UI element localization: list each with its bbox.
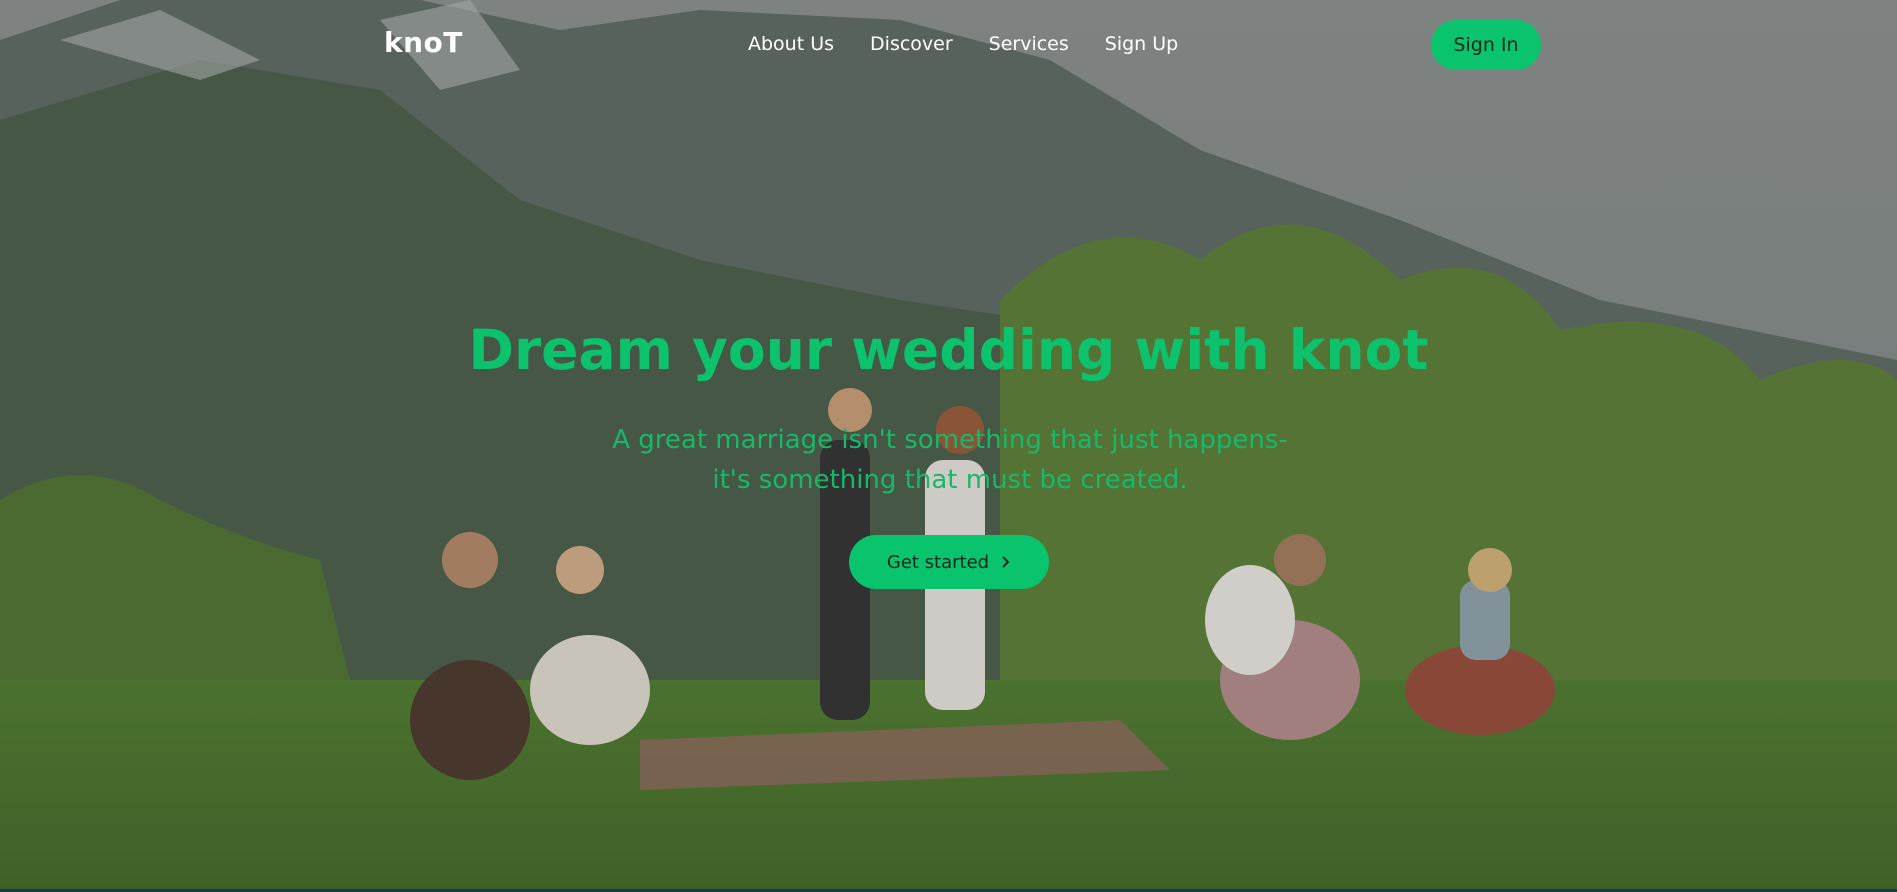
hero-subtitle: A great marriage isn't something that ju… — [612, 425, 1288, 495]
nav-link-services[interactable]: Services — [989, 33, 1069, 55]
get-started-label: Get started — [886, 551, 990, 573]
sign-in-button[interactable]: Sign In — [1431, 20, 1541, 70]
nav-link-sign-up[interactable]: Sign Up — [1105, 33, 1178, 55]
logo[interactable]: knoT — [384, 26, 463, 59]
hero-title: Dream your wedding with knot — [468, 318, 1429, 382]
nav-link-discover[interactable]: Discover — [870, 33, 953, 55]
chevron-right-icon — [1001, 555, 1011, 569]
get-started-button[interactable]: Get started — [849, 535, 1049, 589]
main-nav: About Us Discover Services Sign Up — [748, 33, 1178, 55]
nav-link-about-us[interactable]: About Us — [748, 33, 834, 55]
